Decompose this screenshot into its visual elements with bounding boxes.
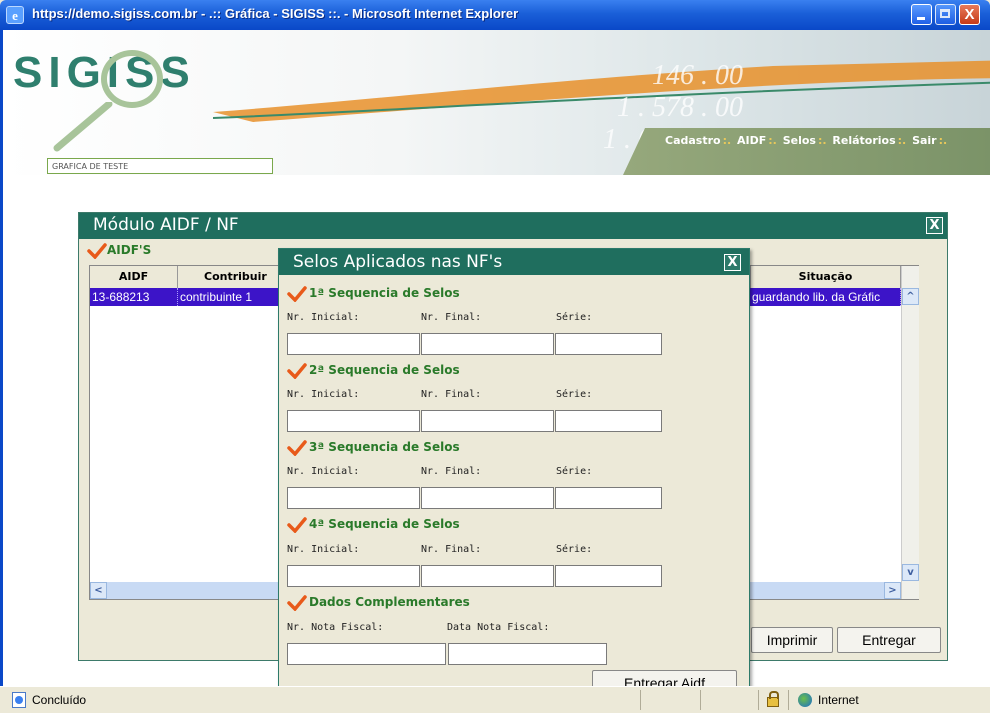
label-nr-final: Nr. Final: <box>421 544 482 555</box>
label-nr-inicial: Nr. Inicial: <box>287 544 360 555</box>
seq2-serie-input[interactable] <box>555 410 662 432</box>
label-nr-final: Nr. Final: <box>421 312 482 323</box>
seq3-nr-final-input[interactable] <box>421 487 554 509</box>
nav-relatorios[interactable]: Relátorios <box>832 134 895 147</box>
check-icon <box>87 243 107 259</box>
selos-modal: Selos Aplicados nas NF's X 1ª Sequencia … <box>278 248 750 700</box>
cell-aidf: 13-688213 <box>90 288 178 306</box>
status-text: Concluído <box>32 693 87 707</box>
security-zone: Internet <box>818 693 859 707</box>
modal-title-bar: Selos Aplicados nas NF's X <box>279 249 749 275</box>
nav-separator: :. <box>817 134 827 147</box>
nav-cadastro[interactable]: Cadastro <box>665 134 721 147</box>
maximize-button[interactable] <box>935 4 956 25</box>
sequence-2-title: 2ª Sequencia de Selos <box>309 363 460 377</box>
cell-situacao: guardando lib. da Gráfic <box>750 288 901 306</box>
check-icon <box>287 595 307 611</box>
label-serie: Série: <box>556 389 593 400</box>
entregar-button[interactable]: Entregar <box>837 627 941 653</box>
seq4-nr-inicial-input[interactable] <box>287 565 420 587</box>
label-nr-inicial: Nr. Inicial: <box>287 312 360 323</box>
nav-separator: :. <box>768 134 777 147</box>
seq1-serie-input[interactable] <box>555 333 662 355</box>
nav-separator: :. <box>897 134 907 147</box>
module-title: Módulo AIDF / NF <box>93 215 239 235</box>
main-nav: Cadastro:. AIDF:. Selos:. Relátorios:. S… <box>665 134 949 147</box>
check-icon <box>287 517 307 533</box>
page-done-icon <box>12 692 26 708</box>
label-data-nota-fiscal: Data Nota Fiscal: <box>447 622 550 633</box>
internet-explorer-icon: e <box>6 6 24 24</box>
aidfs-section-label: AIDF'S <box>107 243 152 257</box>
data-nota-fiscal-input[interactable] <box>448 643 607 665</box>
user-name-field: GRAFICA DE TESTE <box>47 158 273 174</box>
cell-contribuinte: contribuinte 1 <box>178 288 288 306</box>
label-nr-final: Nr. Final: <box>421 389 482 400</box>
minimize-button[interactable] <box>911 4 932 25</box>
sequence-3-title: 3ª Sequencia de Selos <box>309 440 460 454</box>
status-bar: Concluído Internet <box>0 686 990 713</box>
site-header: 146 . 00 1 . 578 . 001 . 002 . SIGISS Ca… <box>3 30 990 175</box>
seq4-nr-final-input[interactable] <box>421 565 554 587</box>
label-nr-inicial: Nr. Inicial: <box>287 466 360 477</box>
nav-separator: :. <box>938 134 948 147</box>
nav-separator: :. <box>722 134 732 147</box>
scroll-down-button[interactable]: v <box>902 564 919 581</box>
status-divider <box>758 690 759 710</box>
label-serie: Série: <box>556 544 593 555</box>
logo: SIGISS <box>13 48 196 152</box>
lock-icon[interactable] <box>767 691 779 707</box>
check-icon <box>287 363 307 379</box>
page-content: 146 . 00 1 . 578 . 001 . 002 . SIGISS Ca… <box>0 30 990 700</box>
scroll-right-button[interactable]: > <box>884 582 901 599</box>
window-title-bar[interactable]: e https://demo.sigiss.com.br - .:: Gráfi… <box>0 0 990 30</box>
sequence-4-title: 4ª Sequencia de Selos <box>309 517 460 531</box>
scroll-left-button[interactable]: < <box>90 582 107 599</box>
column-header-aidf[interactable]: AIDF <box>90 266 178 288</box>
label-nr-nota-fiscal: Nr. Nota Fiscal: <box>287 622 384 633</box>
check-icon <box>287 286 307 302</box>
nav-sair[interactable]: Sair <box>912 134 937 147</box>
status-divider <box>700 690 701 710</box>
column-header-contribuinte[interactable]: Contribuir <box>178 266 288 288</box>
magnifier-logo-handle <box>53 102 113 152</box>
vertical-scrollbar[interactable]: ^ v <box>901 266 919 599</box>
column-header-situacao[interactable]: Situação <box>750 266 901 288</box>
label-nr-final: Nr. Final: <box>421 466 482 477</box>
seq2-nr-inicial-input[interactable] <box>287 410 420 432</box>
label-nr-inicial: Nr. Inicial: <box>287 389 360 400</box>
window-close-button[interactable]: X <box>959 4 980 25</box>
magnifier-logo-ring <box>101 50 163 108</box>
label-serie: Série: <box>556 312 593 323</box>
seq3-serie-input[interactable] <box>555 487 662 509</box>
check-icon <box>287 440 307 456</box>
window-title: https://demo.sigiss.com.br - .:: Gráfica… <box>32 6 519 21</box>
sequence-1-title: 1ª Sequencia de Selos <box>309 286 460 300</box>
seq1-nr-inicial-input[interactable] <box>287 333 420 355</box>
module-close-button[interactable]: X <box>926 217 943 234</box>
scroll-up-button[interactable]: ^ <box>902 288 919 305</box>
header-swoosh-decoration <box>213 60 990 122</box>
seq4-serie-input[interactable] <box>555 565 662 587</box>
label-serie: Série: <box>556 466 593 477</box>
nr-nota-fiscal-input[interactable] <box>287 643 446 665</box>
module-title-bar: Módulo AIDF / NF X <box>79 213 947 239</box>
dados-complementares-title: Dados Complementares <box>309 595 470 609</box>
status-divider <box>640 690 641 710</box>
globe-icon <box>798 693 812 707</box>
seq2-nr-final-input[interactable] <box>421 410 554 432</box>
imprimir-button[interactable]: Imprimir <box>751 627 833 653</box>
nav-selos[interactable]: Selos <box>783 134 816 147</box>
seq1-nr-final-input[interactable] <box>421 333 554 355</box>
modal-title: Selos Aplicados nas NF's <box>293 252 503 272</box>
nav-aidf[interactable]: AIDF <box>737 134 766 147</box>
modal-close-button[interactable]: X <box>724 254 741 271</box>
status-divider <box>788 690 789 710</box>
seq3-nr-inicial-input[interactable] <box>287 487 420 509</box>
